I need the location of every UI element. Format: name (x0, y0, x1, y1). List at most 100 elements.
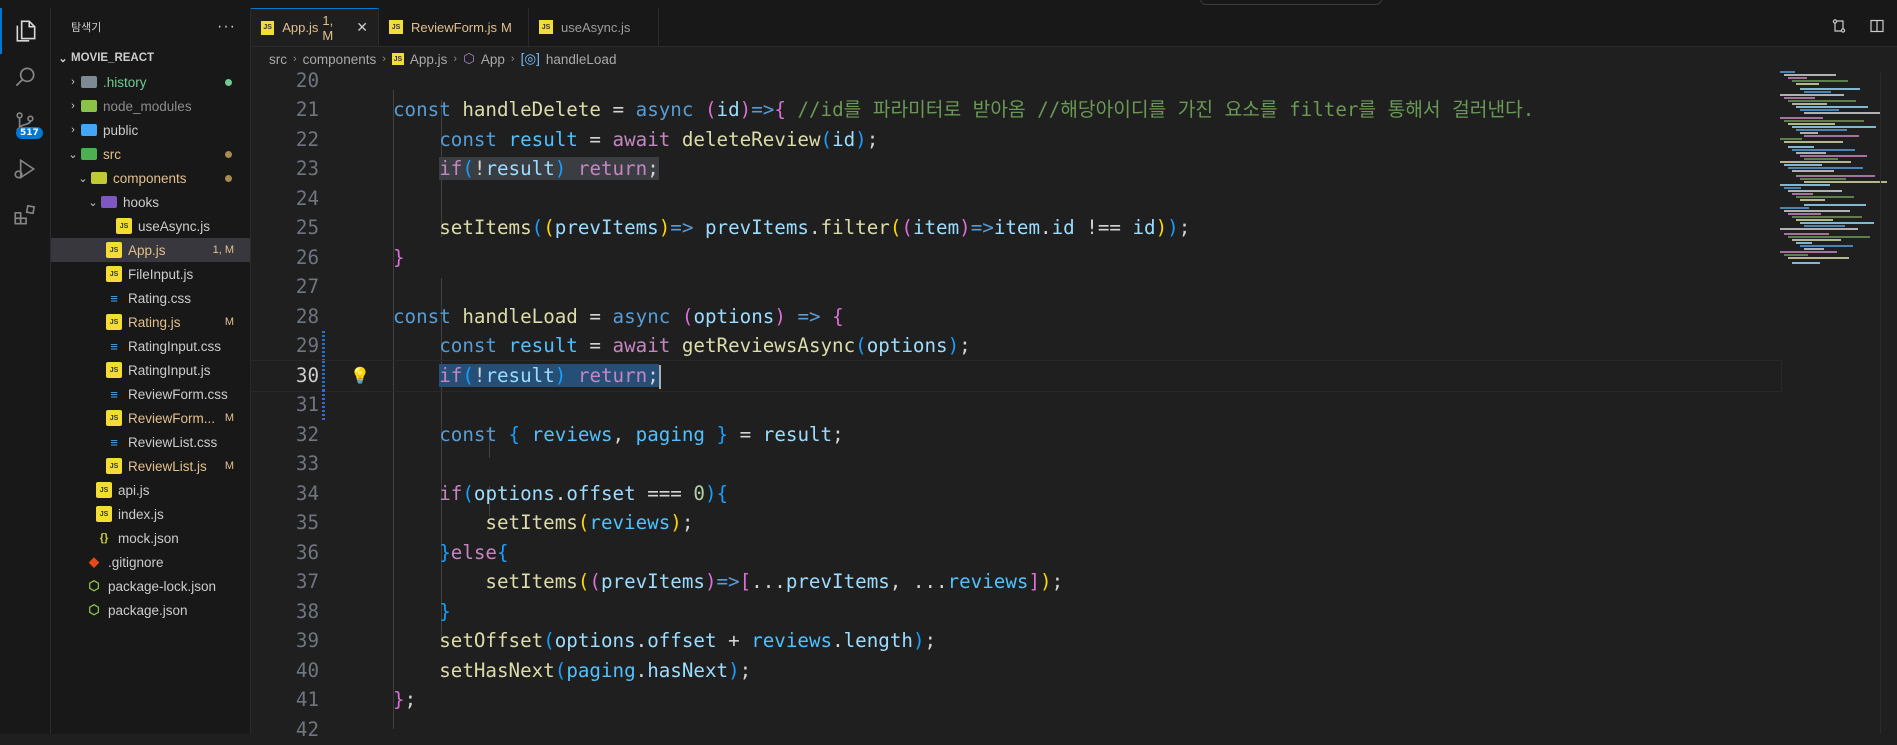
minimap-line (1804, 135, 1859, 137)
tab-reviewform-js[interactable]: JS ReviewForm.js M (379, 8, 529, 46)
breadcrumb-item[interactable]: App (481, 52, 505, 67)
extensions-icon[interactable] (0, 192, 50, 238)
code-text: setOffset(options.offset + reviews.lengt… (439, 629, 937, 652)
minimap-line (1780, 94, 1844, 96)
minimap-line (1792, 149, 1855, 151)
tree-item-node-modules[interactable]: › node_modules (51, 94, 250, 118)
tree-item-public[interactable]: › public (51, 118, 250, 142)
css-file-icon: ≡ (110, 434, 118, 450)
minimap-line (1780, 207, 1809, 209)
public-folder-icon (81, 124, 97, 136)
search-icon[interactable] (0, 54, 50, 100)
minimap-line (1796, 219, 1833, 221)
tree-item-app-js[interactable]: JS App.js 1, M (51, 238, 250, 262)
chevron-right-icon: › (382, 53, 386, 65)
javascript-file-icon: JS (391, 53, 404, 65)
untracked-dot (225, 78, 232, 86)
run-debug-icon[interactable] (0, 146, 50, 192)
git-decoration: M (224, 460, 234, 472)
tree-item-useasync[interactable]: JS useAsync.js (51, 214, 250, 238)
lightbulb-icon[interactable]: 💡 (350, 361, 370, 391)
tree-item-reviewform-css[interactable]: ≡ ReviewForm.css (51, 382, 250, 406)
tree-item-index-js[interactable]: JS index.js (51, 502, 250, 526)
code-line: 27 (251, 272, 1781, 302)
tree-item-reviewlist-js[interactable]: JS ReviewList.js M (51, 454, 250, 478)
component-icon: ⬡ (463, 51, 475, 66)
tree-item-label: Rating.js (128, 314, 181, 330)
breadcrumb-item[interactable]: components (303, 52, 377, 67)
tab-app-js[interactable]: JS App.js 1, M ✕ (251, 8, 379, 46)
code-text: } (439, 600, 451, 623)
editor-tabs: JS App.js 1, M ✕ JS ReviewForm.js M JS u… (251, 8, 1897, 47)
source-control-badge: 517 (16, 127, 43, 139)
code-text: if(options.offset === 0){ (439, 482, 729, 505)
minimap-line (1796, 152, 1826, 154)
breadcrumb-item[interactable]: handleLoad (546, 52, 617, 67)
tree-item-components[interactable]: ⌄ components (51, 166, 250, 190)
line-number: 33 (295, 452, 319, 475)
code-editor[interactable]: 20 21 const handleDelete = async (id)=>{ … (250, 69, 1897, 741)
tree-item-api-js[interactable]: JS api.js (51, 478, 250, 502)
tree-item-mock-json[interactable]: {} mock.json (51, 526, 250, 550)
line-number: 26 (295, 246, 319, 269)
project-name: MOVIE_REACT (71, 52, 155, 64)
minimap-line (1780, 71, 1795, 73)
code-text: setItems((prevItems)=> prevItems.filter(… (439, 216, 1191, 239)
text-cursor (658, 364, 661, 389)
line-number: 29 (295, 334, 319, 357)
line-number: 42 (295, 718, 319, 741)
tree-item-label: components (113, 170, 187, 186)
command-center[interactable] (1200, 0, 1382, 5)
tree-item-fileinput[interactable]: JS FileInput.js (51, 262, 250, 286)
breadcrumb-item[interactable]: App.js (410, 52, 448, 67)
chevron-right-icon: › (71, 124, 75, 136)
tree-item-history[interactable]: › .history (51, 70, 250, 94)
close-icon[interactable]: ✕ (356, 19, 368, 36)
tree-item-rating-js[interactable]: JS Rating.js M (51, 310, 250, 334)
tree-item-label: useAsync.js (138, 218, 211, 234)
minimap[interactable] (1780, 71, 1890, 264)
chevron-right-icon: › (293, 53, 297, 65)
tree-item-hooks[interactable]: ⌄ hooks (51, 190, 250, 214)
javascript-file-icon: JS (106, 242, 122, 258)
code-line: 38 } (251, 597, 1781, 627)
explorer-icon[interactable] (0, 8, 50, 54)
css-file-icon: ≡ (110, 290, 118, 306)
tree-item-package-lock[interactable]: ⬡ package-lock.json (51, 574, 250, 598)
editor-scrollbar[interactable] (1880, 71, 1895, 734)
minimap-line (1784, 74, 1836, 76)
tree-item-reviewform-js[interactable]: JS ReviewForm... M (51, 406, 250, 430)
breadcrumb-item[interactable]: src (269, 52, 287, 67)
code-text: const result = await deleteReview(id); (439, 128, 879, 151)
chevron-down-icon: ⌄ (78, 172, 88, 185)
tree-item-ratinginput-css[interactable]: ≡ RatingInput.css (51, 334, 250, 358)
tree-item-ratinginput-js[interactable]: JS RatingInput.js (51, 358, 250, 382)
minimap-line (1784, 97, 1815, 99)
css-file-icon: ≡ (110, 386, 118, 402)
git-decoration: 1, M (212, 244, 234, 256)
minimap-line (1804, 91, 1831, 93)
gutter-modified-marker (322, 390, 325, 420)
project-root[interactable]: ⌄ MOVIE_REACT (51, 46, 250, 70)
minimap-line (1800, 88, 1860, 90)
tree-item-package-json[interactable]: ⬡ package.json (51, 598, 250, 622)
open-changes-icon[interactable] (1829, 16, 1849, 36)
tree-item-rating-css[interactable]: ≡ Rating.css (51, 286, 250, 310)
tree-item-gitignore[interactable]: ◆ .gitignore (51, 550, 250, 574)
split-editor-icon[interactable] (1867, 16, 1887, 36)
more-actions-icon[interactable]: ··· (217, 18, 236, 36)
source-control-icon[interactable]: 517 (0, 100, 50, 146)
tab-useasync-js[interactable]: JS useAsync.js (529, 8, 659, 46)
line-number: 34 (295, 482, 319, 505)
tree-item-src[interactable]: ⌄ src (51, 142, 250, 166)
javascript-file-icon: JS (106, 266, 122, 282)
minimap-line (1788, 123, 1835, 125)
tree-item-reviewlist-css[interactable]: ≡ ReviewList.css (51, 430, 250, 454)
folder-icon (81, 76, 97, 88)
code-text: setHasNext(paging.hasNext); (439, 659, 752, 682)
minimap-line (1788, 190, 1842, 192)
tree-item-label: ReviewList.css (128, 434, 218, 450)
minimap-line (1784, 187, 1801, 189)
minimap-line (1796, 83, 1819, 85)
code-text: const handleDelete = async (id)=>{ //id를… (393, 98, 1535, 121)
